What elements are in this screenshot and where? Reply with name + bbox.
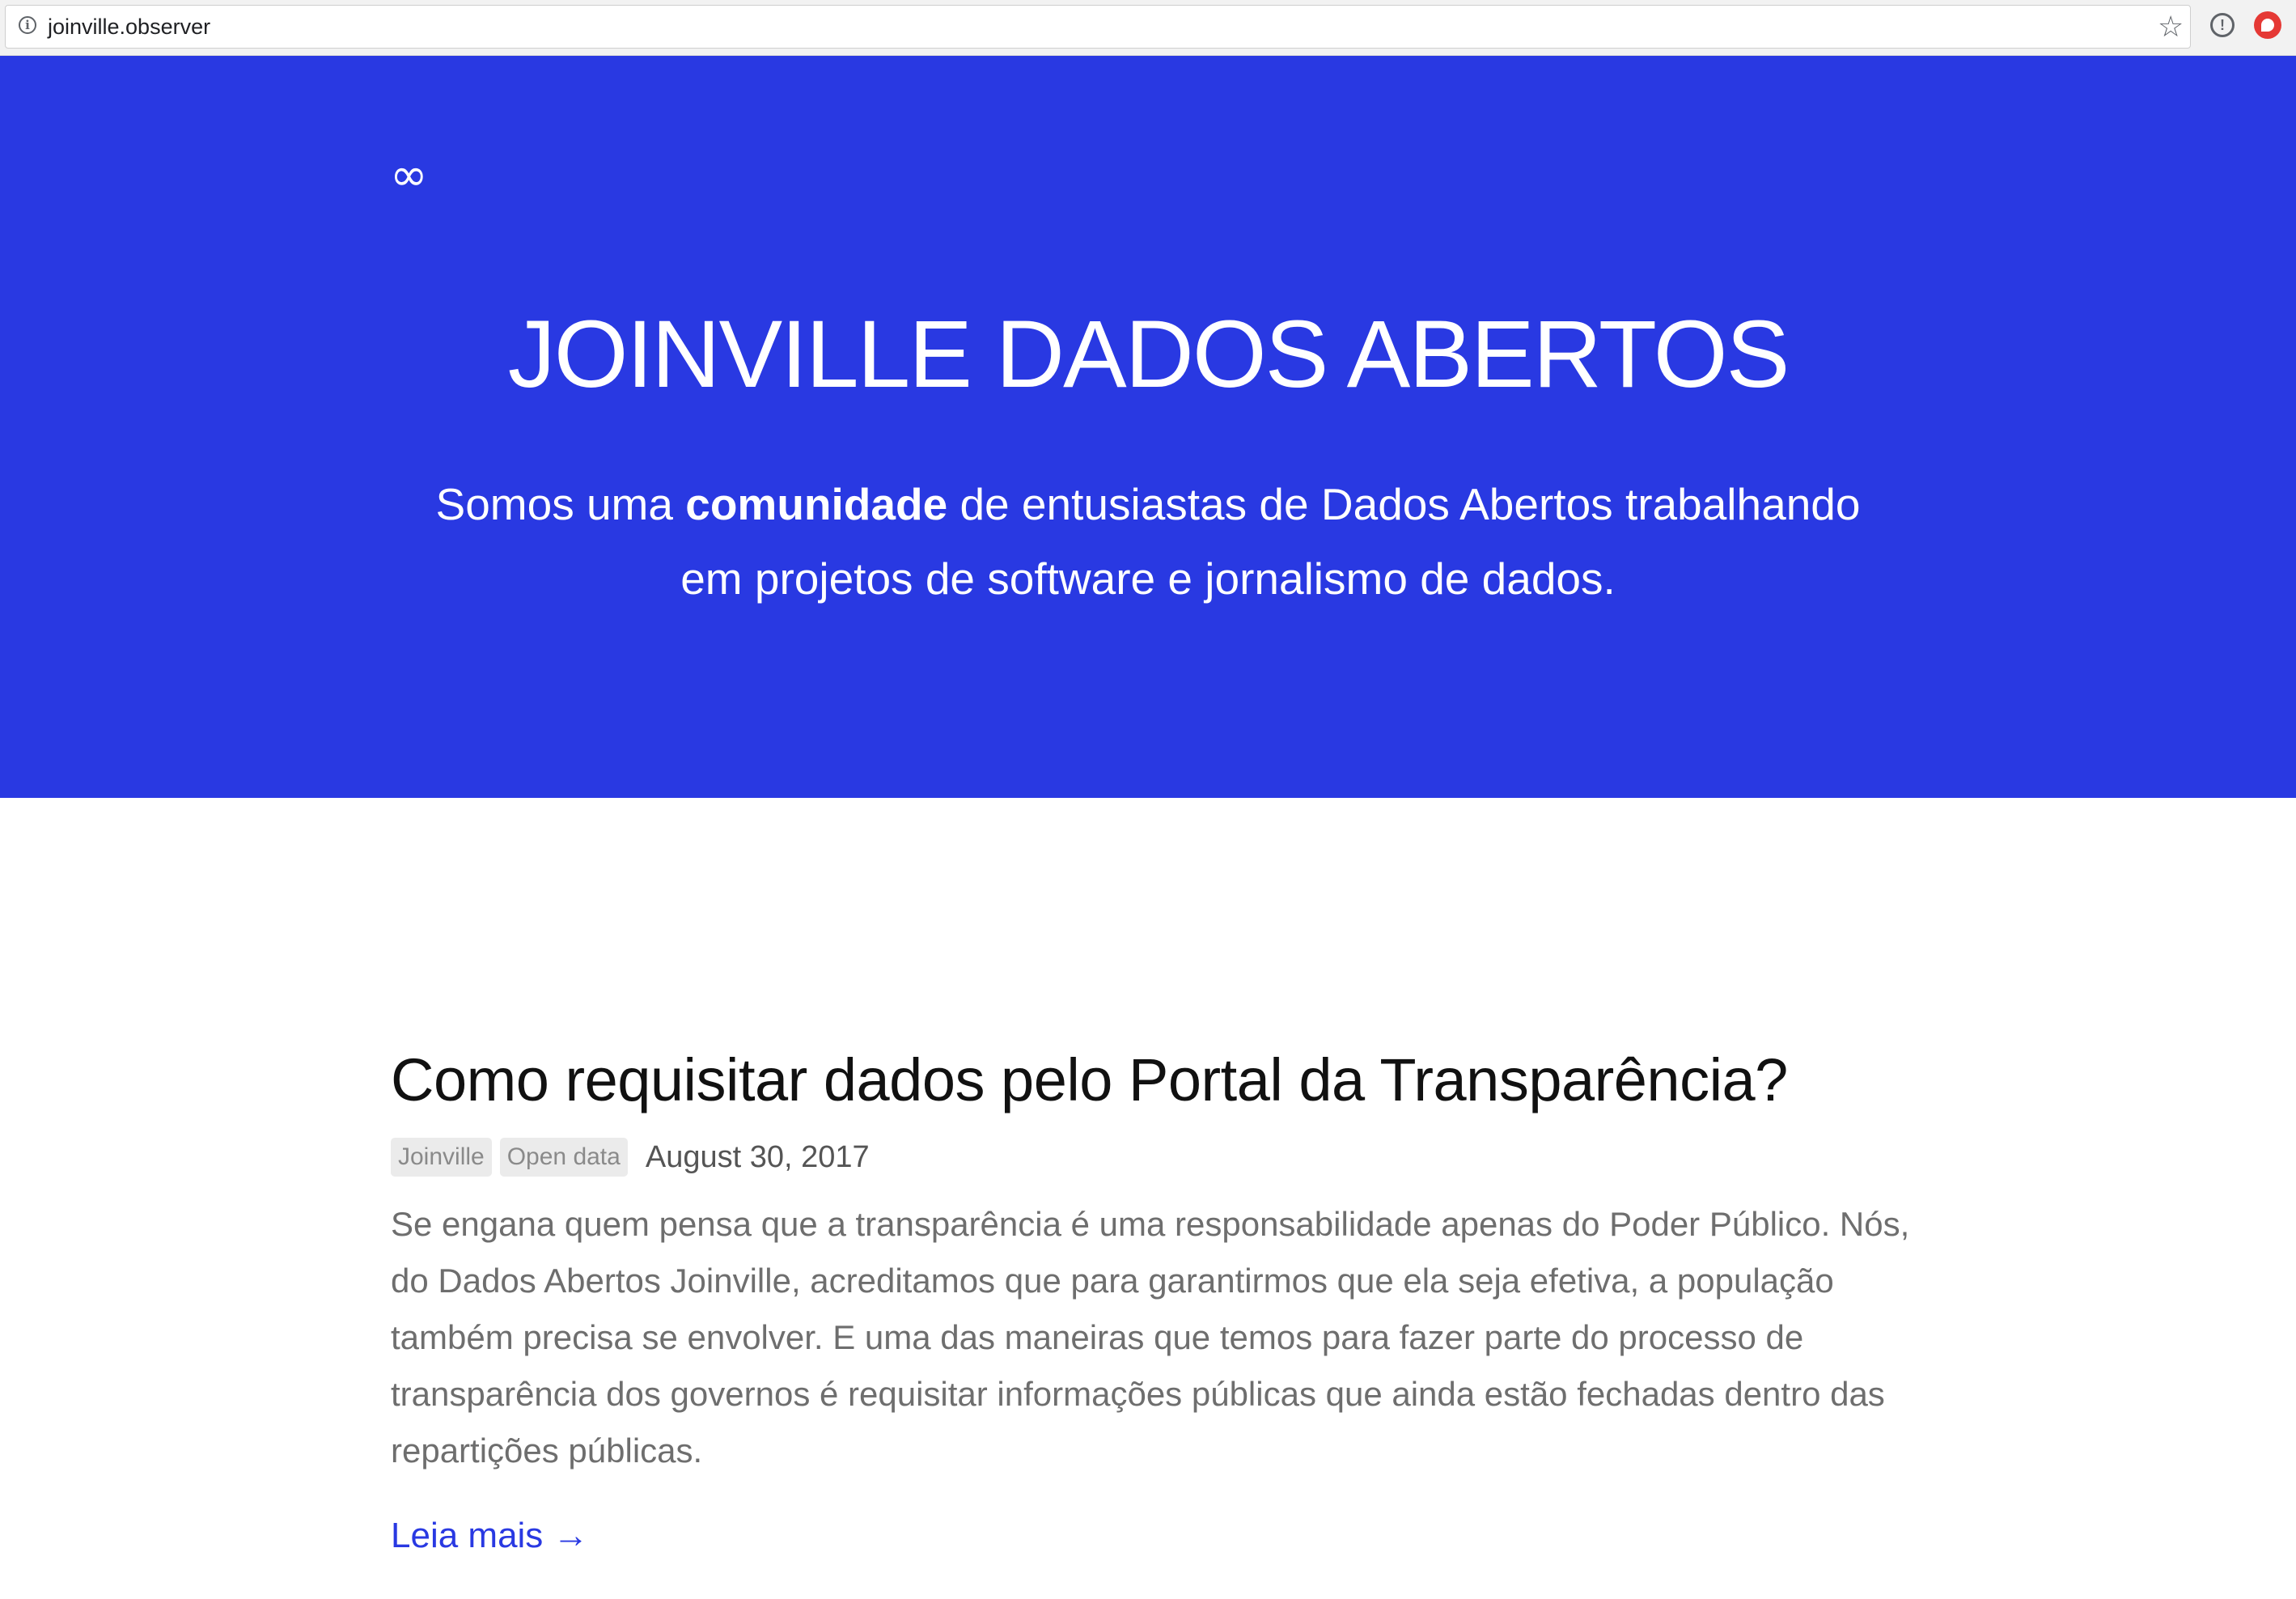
- post-date: August 30, 2017: [645, 1140, 870, 1174]
- post-preview: Como requisitar dados pelo Portal da Tra…: [391, 1044, 1952, 1559]
- tag-joinville[interactable]: Joinville: [391, 1138, 492, 1177]
- hero-banner: ∞ JOINVILLE DADOS ABERTOS Somos uma comu…: [0, 56, 2296, 798]
- post-excerpt: Se engana quem pensa que a transparência…: [391, 1205, 1910, 1470]
- browser-toolbar: i joinville.observer ☆ !: [0, 0, 2296, 56]
- address-bar[interactable]: i joinville.observer ☆: [5, 5, 2191, 49]
- tagline-text-start: Somos uma: [435, 479, 686, 529]
- post-meta: Joinville Open data August 30, 2017: [391, 1136, 1952, 1178]
- tag-open-data[interactable]: Open data: [499, 1138, 628, 1177]
- star-icon[interactable]: ☆: [2158, 11, 2184, 43]
- tagline-bold-word: comunidade: [685, 479, 948, 529]
- read-more-link[interactable]: Leia mais →: [391, 1513, 589, 1559]
- infinity-logo-icon[interactable]: ∞: [390, 151, 428, 200]
- post-title[interactable]: Como requisitar dados pelo Portal da Tra…: [391, 1044, 1952, 1117]
- red-extension-icon[interactable]: [2254, 11, 2281, 39]
- url-text[interactable]: joinville.observer: [48, 14, 210, 40]
- site-tagline: Somos uma comunidade de entusiastas de D…: [420, 467, 1876, 616]
- site-title: JOINVILLE DADOS ABERTOS: [507, 301, 1790, 408]
- info-circle-icon[interactable]: !: [2210, 13, 2235, 37]
- info-icon[interactable]: i: [19, 16, 36, 34]
